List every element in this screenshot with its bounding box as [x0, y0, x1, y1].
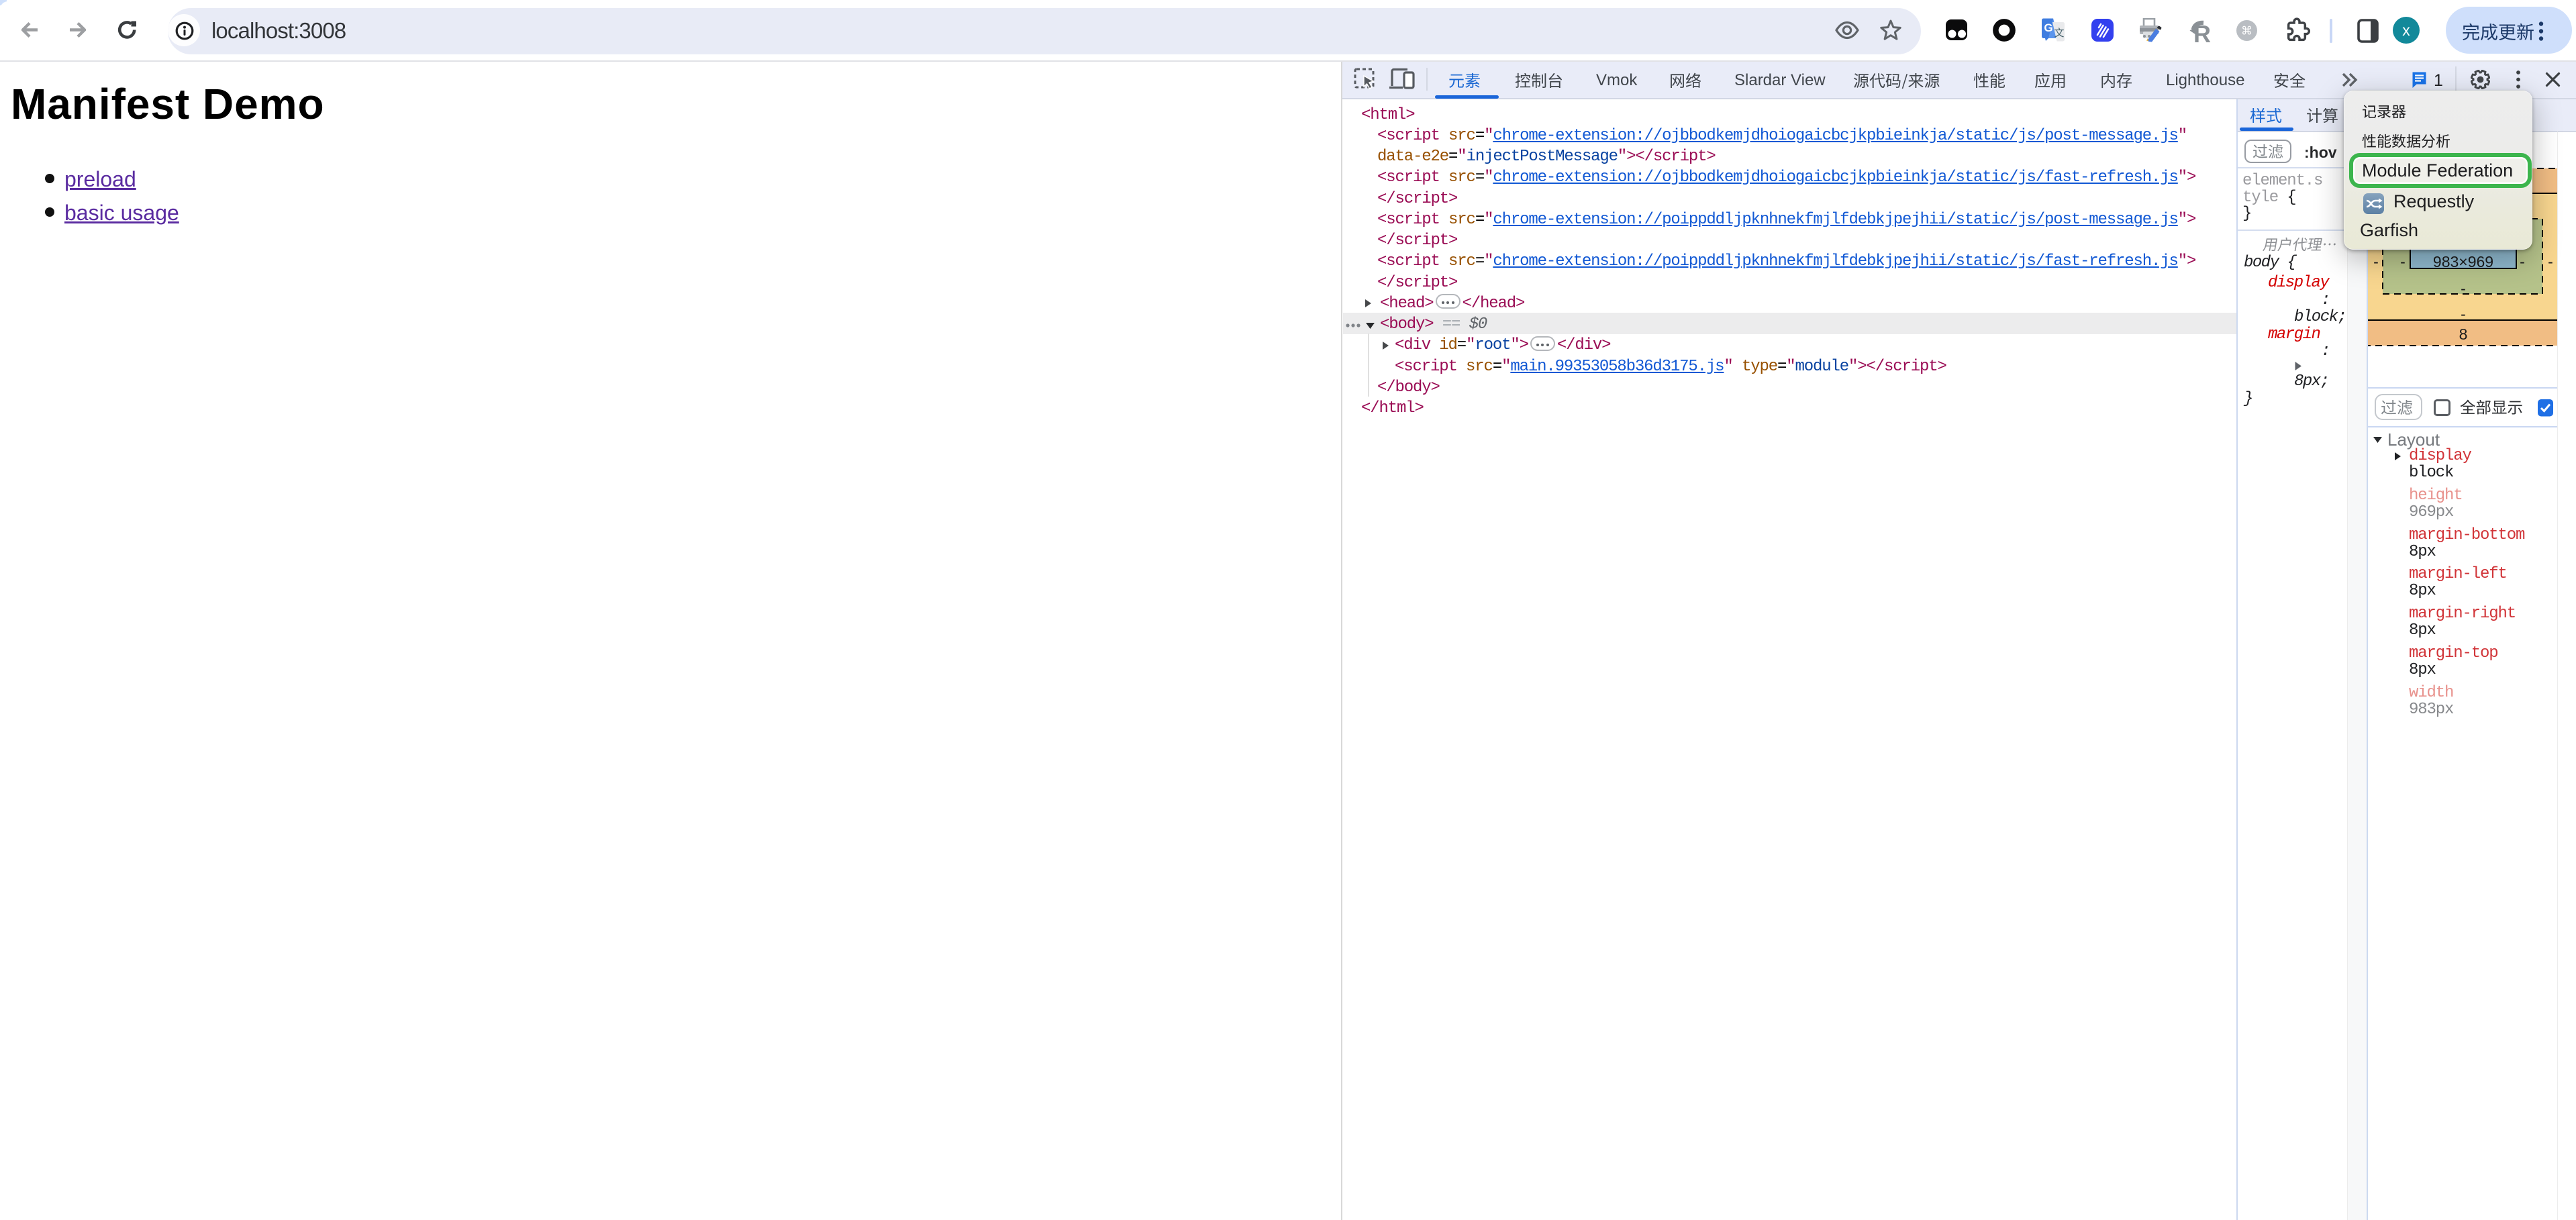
svg-text:-: -: [2520, 253, 2525, 270]
svg-text:8: 8: [2459, 325, 2468, 343]
svg-text:G: G: [2044, 21, 2052, 34]
svg-text:-: -: [2548, 253, 2553, 270]
svg-text:文: 文: [2054, 28, 2064, 39]
svg-text:-: -: [2400, 253, 2406, 270]
svg-text:-: -: [2461, 280, 2466, 297]
svg-text:-: -: [2373, 253, 2379, 270]
svg-text:-: -: [2461, 305, 2466, 323]
svg-text:983×969: 983×969: [2433, 253, 2493, 270]
svg-text:⌘: ⌘: [2241, 25, 2252, 38]
